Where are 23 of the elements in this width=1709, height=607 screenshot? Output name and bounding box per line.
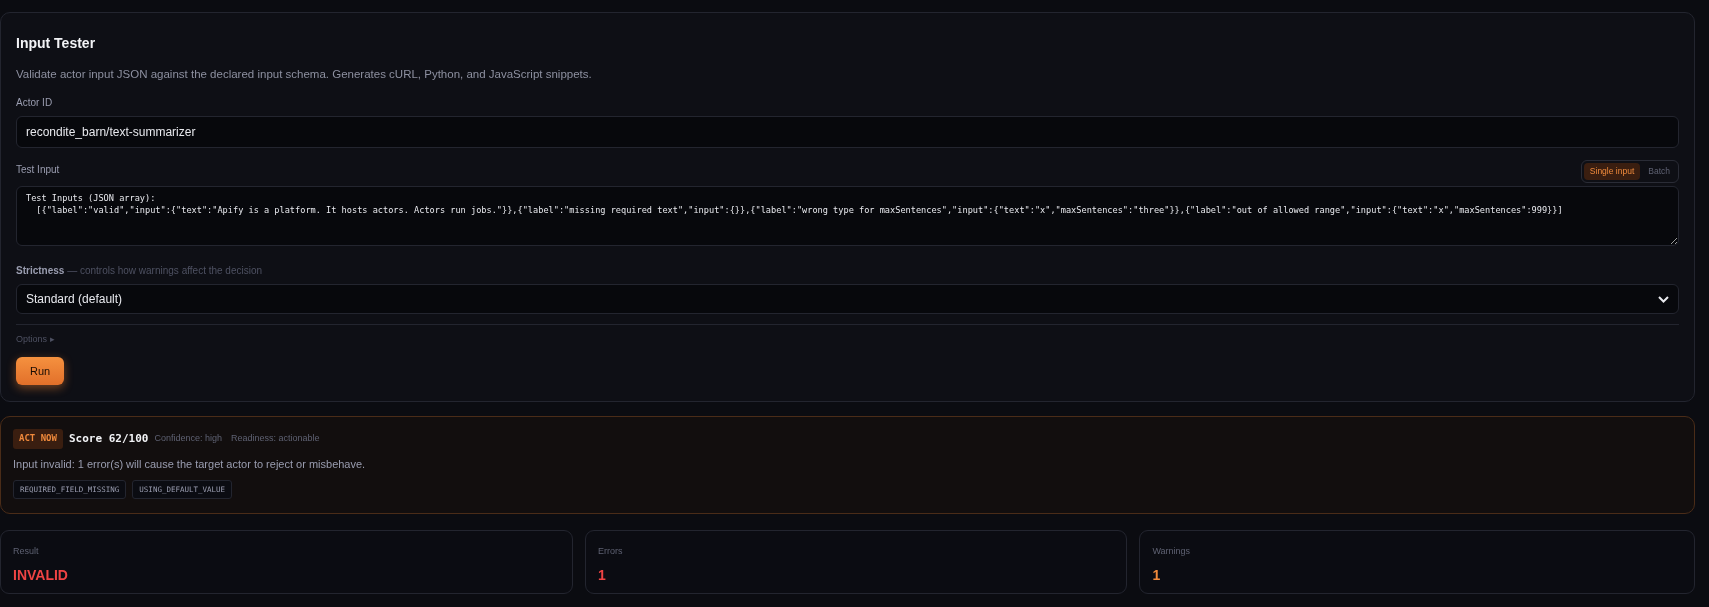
stat-label: Result	[13, 545, 40, 559]
stat-label: Errors	[597, 545, 624, 559]
status-badge: ACT NOW	[13, 429, 63, 449]
confidence-text: Confidence: high	[154, 432, 222, 445]
test-input-field[interactable]: Test Inputs (JSON array): [{"label":"valid","input":{"text":"Apify is a platform. It hosts actors. Actors run jobs."}},{"label":"missing required text","input":{}},{"label":"wrong type for maxSentences","input":{"text":"x","maxSentences":"three"}},{"label":"out of allowed range","input":{"text":"x","maxSentences":999}}]	[16, 186, 1679, 246]
stat-value: 1	[1152, 565, 1162, 585]
stat-label: Warnings	[1152, 545, 1192, 559]
run-button[interactable]: Run	[16, 356, 65, 385]
field-hint: — controls how warnings affect the decision	[67, 265, 263, 276]
strictness-select[interactable]: Standard (default)	[16, 284, 1679, 314]
field-label: Strictness	[16, 265, 65, 276]
stat-value: INVALID	[13, 565, 69, 585]
actor-id-field[interactable]: recondite_barn/text-summarizer	[16, 116, 1679, 149]
score-text: Score 62/100	[68, 430, 149, 447]
mode-tab[interactable]: Single input	[1583, 163, 1641, 180]
field-label: Test Input	[16, 163, 60, 177]
panel-title: Input Tester	[16, 34, 97, 53]
verdict-message: Input invalid: 1 error(s) will cause the target actor to reject or misbehave.	[13, 456, 367, 472]
panel-description: Validate actor input JSON against the declared input schema. Generates cURL, Python, and JavaScript snippets.	[16, 67, 593, 82]
field-label: Actor ID	[16, 96, 54, 111]
chevron-icon	[1658, 295, 1669, 303]
readiness-text: Readiness: actionable	[231, 432, 320, 445]
stat-value: 1	[597, 565, 607, 585]
